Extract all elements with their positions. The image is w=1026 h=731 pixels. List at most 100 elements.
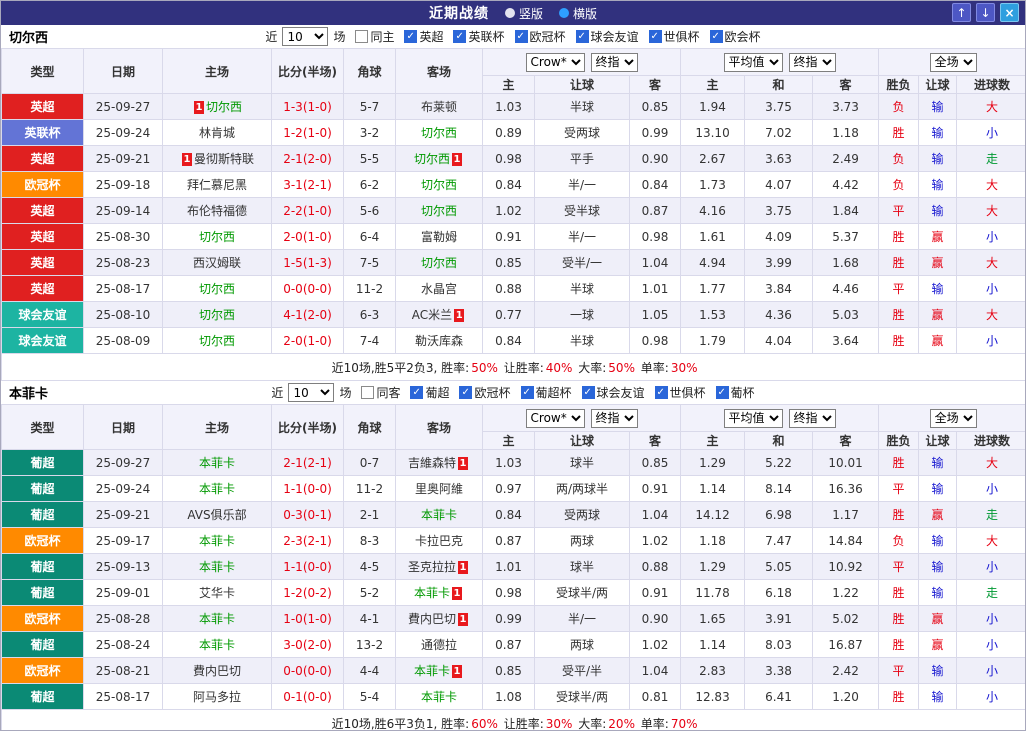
checkbox-icon <box>581 386 595 399</box>
euro-odds-stage-select[interactable]: 终指 <box>788 52 836 72</box>
team-name: 曼彻斯特联 <box>193 152 254 166</box>
result-handicap-cell: 赢 <box>918 631 958 658</box>
asian-away-odds-cell: 1.02 <box>628 631 682 658</box>
red-card-badge: 1 <box>458 561 468 574</box>
euro-odds-source-select[interactable]: 平均值 <box>723 52 783 72</box>
asian-away-odds-cell: 1.04 <box>628 657 682 684</box>
home-team-cell: 本菲卡 <box>162 631 272 658</box>
home-team-cell: 費内巴切 <box>162 657 272 684</box>
euro-draw-odds-cell: 6.41 <box>744 683 814 710</box>
team-name: AVS俱乐部 <box>187 508 247 522</box>
score-cell: 0-0(0-0) <box>271 657 344 684</box>
league-badge: 欧冠杯 <box>1 657 84 684</box>
scroll-down-button[interactable]: ↓ <box>976 3 995 22</box>
corners-cell: 4-1 <box>343 605 396 632</box>
layout-radio-vertical[interactable]: 竖版 <box>504 5 543 22</box>
date-cell: 25-09-27 <box>83 449 163 476</box>
recent-matches-table: 类型 日期 主场 比分(半场) 角球 客场 Crow* 终指 平均值 终指 全场主让球客主和客胜负让… <box>1 404 1025 731</box>
league-filter-checkbox-0[interactable]: 葡超 <box>410 384 449 401</box>
column-subheader: 和 <box>744 75 814 94</box>
red-card-badge: 1 <box>193 101 204 114</box>
match-count-select[interactable]: 10 <box>282 27 329 46</box>
asian-home-odds-cell: 0.84 <box>482 501 535 528</box>
result-wdl-cell: 胜 <box>878 449 920 476</box>
checkbox-label: 葡超杯 <box>535 386 572 400</box>
league-filter-checkbox-1[interactable]: 英联杯 <box>453 28 505 45</box>
league-filter-checkbox-4[interactable]: 世俱杯 <box>648 28 700 45</box>
score-cell: 0-3(0-1) <box>271 501 344 528</box>
league-badge: 葡超 <box>1 475 84 502</box>
asian-handicap-cell: 受两球 <box>534 501 630 528</box>
league-filter-checkbox-2[interactable]: 欧冠杯 <box>514 28 566 45</box>
asian-away-odds-cell: 1.02 <box>628 527 682 554</box>
column-subheader: 客 <box>812 75 880 94</box>
euro-home-odds-cell: 1.79 <box>680 327 746 354</box>
league-filter-checkbox-5[interactable]: 葡杯 <box>715 384 755 401</box>
team-name: 本菲卡 <box>420 508 457 522</box>
league-badge: 英联杯 <box>1 119 84 146</box>
away-team-cell: 勒沃库森 <box>395 327 483 354</box>
euro-odds-source-select[interactable]: 平均值 <box>723 408 783 428</box>
euro-odds-stage-select[interactable]: 终指 <box>788 408 836 428</box>
layout-radio-horizontal[interactable]: 横版 <box>559 5 597 22</box>
league-filter-checkbox-2[interactable]: 葡超杯 <box>520 384 572 401</box>
team-name: 勒沃库森 <box>414 334 463 348</box>
euro-home-odds-cell: 2.67 <box>680 145 746 172</box>
asian-odds-source-select[interactable]: Crow* <box>525 52 585 72</box>
result-wdl-cell: 负 <box>878 527 920 554</box>
league-filter-checkbox-5[interactable]: 欧会杯 <box>709 28 761 45</box>
summary-segment: 大率: <box>574 360 607 375</box>
away-team-cell: 本菲卡 1 <box>395 657 483 684</box>
scroll-up-button[interactable]: ↑ <box>952 3 971 22</box>
summary-segment: 70% <box>670 716 698 731</box>
league-filter-checkbox-1[interactable]: 欧冠杯 <box>459 384 511 401</box>
home-team-cell: 本菲卡 <box>162 475 272 502</box>
team-name: 費内巴切 <box>407 612 456 626</box>
asian-odds-source-select[interactable]: Crow* <box>525 408 585 428</box>
result-goals-cell: 小 <box>956 657 1025 684</box>
match-row: 欧冠杯 25-08-21 費内巴切 0-0(0-0) 4-4 本菲卡 1 0.85 受平/半 1.… <box>1 657 1025 684</box>
euro-draw-odds-cell: 4.07 <box>744 171 814 198</box>
away-team-cell: 通德拉 <box>395 631 483 658</box>
near-label: 近 <box>265 30 278 44</box>
result-wdl-cell: 胜 <box>878 249 920 276</box>
corners-cell: 6-2 <box>343 171 396 198</box>
result-handicap-cell: 输 <box>918 275 958 302</box>
team-name: 本菲卡 <box>420 690 457 704</box>
close-button[interactable]: × <box>1000 3 1019 22</box>
score-cell: 2-2(1-0) <box>271 197 344 224</box>
titlebar: 近期战绩 竖版 横版 ↑ ↓ × <box>1 1 1025 25</box>
euro-home-odds-cell: 1.65 <box>680 605 746 632</box>
date-cell: 25-09-14 <box>83 197 163 224</box>
score-cell: 1-1(0-0) <box>271 475 344 502</box>
match-count-select[interactable]: 10 <box>288 383 335 402</box>
result-scope-select[interactable]: 全场 <box>929 408 977 428</box>
league-filter-checkbox-0[interactable]: 英超 <box>404 28 443 45</box>
asian-away-odds-cell: 0.84 <box>628 171 682 198</box>
date-cell: 25-08-30 <box>83 223 163 250</box>
result-wdl-cell: 胜 <box>878 223 920 250</box>
result-scope-select[interactable]: 全场 <box>929 52 977 72</box>
summary-segment: 让胜率: <box>499 360 544 375</box>
team-name: 通德拉 <box>420 638 457 652</box>
asian-odds-stage-select[interactable]: 终指 <box>590 408 638 428</box>
away-team-cell: 卡拉巴克 <box>395 527 483 554</box>
corners-cell: 7-5 <box>343 249 396 276</box>
same-venue-checkbox[interactable]: 同主 <box>355 28 394 45</box>
result-wdl-cell: 负 <box>878 145 920 172</box>
league-filter-checkbox-4[interactable]: 世俱杯 <box>654 384 706 401</box>
same-venue-checkbox[interactable]: 同客 <box>361 384 400 401</box>
result-handicap-cell: 输 <box>918 145 958 172</box>
date-cell: 25-08-17 <box>83 275 163 302</box>
league-badge: 英超 <box>1 249 84 276</box>
red-card-badge: 1 <box>452 153 462 166</box>
sections-container: 切尔西近10场同主英超英联杯欧冠杯球会友谊世俱杯欧会杯类型日期主场比分(半场)角… <box>1 25 1025 731</box>
result-handicap-cell: 输 <box>918 449 958 476</box>
asian-home-odds-cell: 0.98 <box>482 579 535 606</box>
euro-away-odds-cell: 2.49 <box>812 145 880 172</box>
league-filter-checkbox-3[interactable]: 球会友谊 <box>575 28 639 45</box>
league-filter-checkbox-3[interactable]: 球会友谊 <box>581 384 645 401</box>
league-badge: 葡超 <box>1 631 84 658</box>
match-row: 英超 25-08-17 切尔西 0-0(0-0) 11-2 水晶宫 0.88 半球 1.01 1.… <box>1 275 1025 302</box>
asian-odds-stage-select[interactable]: 终指 <box>590 52 638 72</box>
